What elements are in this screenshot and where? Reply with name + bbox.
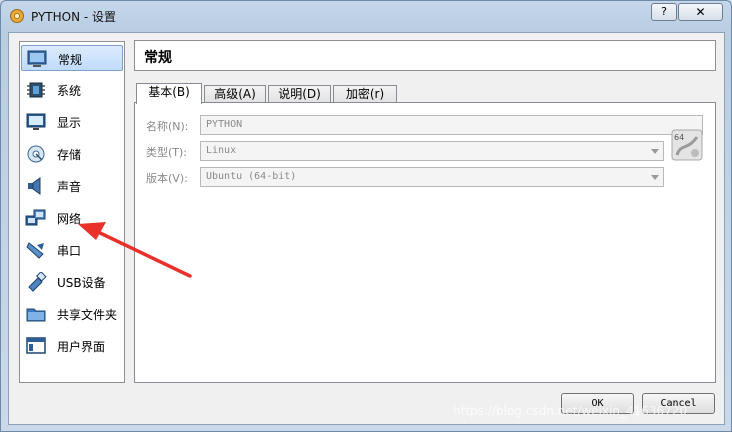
sidebar-item-serial-port[interactable]: 串口 xyxy=(21,237,123,263)
sidebar-item-shared-folders[interactable]: 共享文件夹 xyxy=(21,301,123,327)
sidebar-item-label: 声音 xyxy=(57,180,82,194)
version-value: Ubuntu (64-bit) xyxy=(206,171,297,182)
sidebar-item-label: USB设备 xyxy=(57,276,106,290)
virtualbox-gear-icon xyxy=(10,9,24,23)
title-bar[interactable]: PYTHON - 设置 ? ✕ xyxy=(1,1,731,31)
settings-sidebar: 常规 系统 显示 存储 声音 网络 串口 USB设备 共享文件夹 用户界面 xyxy=(19,41,125,383)
close-button[interactable]: ✕ xyxy=(678,3,723,21)
display-monitor-icon xyxy=(26,113,46,130)
sidebar-item-label: 系统 xyxy=(57,84,82,98)
serial-port-icon xyxy=(26,242,44,259)
sidebar-item-general[interactable]: 常规 xyxy=(21,45,123,71)
name-label: 名称(N): xyxy=(146,120,189,133)
sidebar-item-label: 网络 xyxy=(57,212,82,226)
window-title: PYTHON - 设置 xyxy=(31,10,117,24)
os-badge-text: 64 xyxy=(674,133,684,142)
page-title: 常规 xyxy=(144,50,172,66)
os-type-icon: 64 xyxy=(671,129,703,161)
sidebar-item-network[interactable]: 网络 xyxy=(21,205,123,231)
sidebar-item-usb[interactable]: USB设备 xyxy=(21,269,123,295)
tab-encryption[interactable]: 加密(r) xyxy=(333,85,397,103)
sidebar-item-label: 共享文件夹 xyxy=(57,308,118,322)
linux-64-icon: 64 xyxy=(671,129,703,161)
type-label: 类型(T): xyxy=(146,146,188,159)
dialog-client-area: 常规 系统 显示 存储 声音 网络 串口 USB设备 共享文件夹 用户界面 常规… xyxy=(8,32,725,425)
sidebar-item-label: 存储 xyxy=(57,148,82,162)
system-chip-icon xyxy=(27,82,45,98)
user-interface-icon xyxy=(26,337,46,354)
name-input[interactable]: PYTHON xyxy=(200,115,703,135)
speaker-icon xyxy=(28,177,41,195)
name-value: PYTHON xyxy=(206,119,243,130)
usb-icon xyxy=(28,272,47,292)
sidebar-item-system[interactable]: 系统 xyxy=(21,77,123,103)
sidebar-item-label: 常规 xyxy=(58,53,83,67)
chevron-down-icon xyxy=(651,149,659,154)
sidebar-item-audio[interactable]: 声音 xyxy=(21,173,123,199)
general-icon xyxy=(27,50,47,67)
settings-window: PYTHON - 设置 ? ✕ 常规 系统 显示 存储 声音 网络 串口 USB… xyxy=(0,0,732,432)
version-select[interactable]: Ubuntu (64-bit) xyxy=(200,167,664,187)
watermark: https://blog.csdn.net/weixin_41636720 xyxy=(453,404,688,418)
shared-folder-icon xyxy=(26,308,46,322)
storage-disk-icon xyxy=(27,145,45,163)
sidebar-item-label: 串口 xyxy=(57,244,82,258)
chevron-down-icon xyxy=(651,175,659,180)
type-value: Linux xyxy=(206,145,237,156)
tab-basic[interactable]: 基本(B) xyxy=(136,83,202,104)
basic-tab-panel: 名称(N): PYTHON 类型(T): Linux 版本(V): Ubuntu… xyxy=(134,102,716,383)
sidebar-item-label: 用户界面 xyxy=(57,340,106,354)
sidebar-item-user-interface[interactable]: 用户界面 xyxy=(21,333,123,359)
type-select[interactable]: Linux xyxy=(200,141,664,161)
network-icon xyxy=(25,209,46,226)
help-button[interactable]: ? xyxy=(651,3,677,21)
version-label: 版本(V): xyxy=(146,172,188,185)
sidebar-item-label: 显示 xyxy=(57,116,82,130)
section-header: 常规 xyxy=(134,40,716,71)
tab-description[interactable]: 说明(D) xyxy=(268,85,331,103)
sidebar-item-display[interactable]: 显示 xyxy=(21,109,123,135)
sidebar-item-storage[interactable]: 存储 xyxy=(21,141,123,167)
tab-advanced[interactable]: 高级(A) xyxy=(204,85,266,103)
